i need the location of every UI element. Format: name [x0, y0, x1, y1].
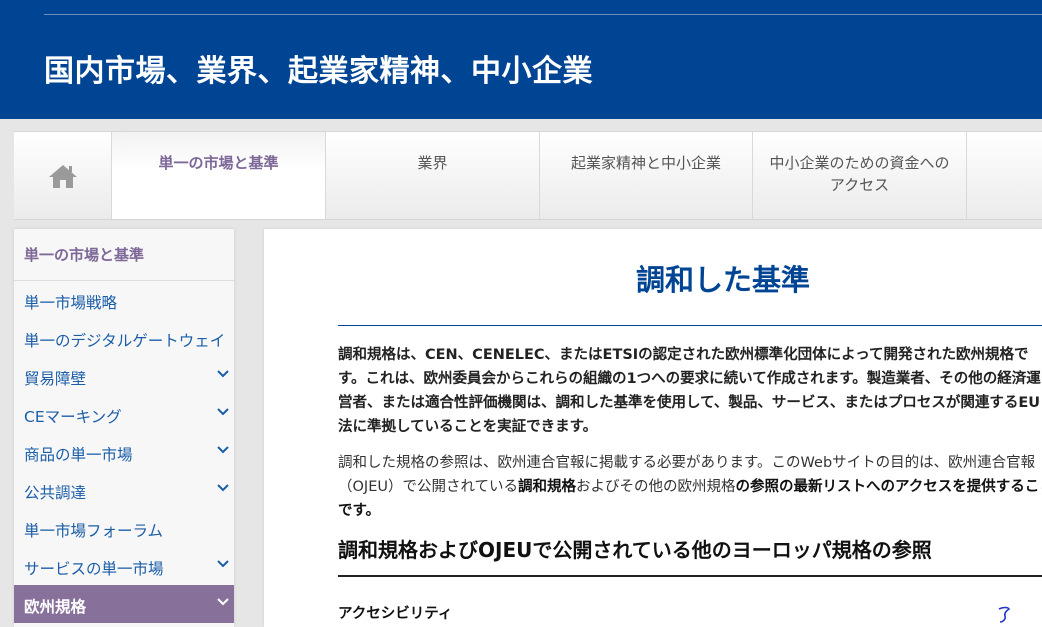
sidebar-item-single-market-forum[interactable]: 単一市場フォーラム	[14, 509, 234, 547]
cursor-mark-icon	[998, 606, 1011, 623]
sidebar-item-european-standards[interactable]: 欧州規格	[14, 585, 234, 623]
sidebar-item-single-digital-gateway[interactable]: 単一のデジタルゲートウェイ	[14, 319, 234, 357]
sidebar-item-label: 商品の単一市場	[24, 446, 133, 464]
para-bold-harmonised: 調和規格	[518, 479, 577, 495]
home-icon	[48, 164, 77, 188]
nav-label-line2: アクセス	[829, 176, 890, 194]
site-header: 国内市場、業界、起業家精神、中小企業	[0, 0, 1042, 119]
chevron-down-icon[interactable]	[216, 481, 230, 495]
chevron-down-icon[interactable]	[216, 443, 230, 457]
chevron-down-icon[interactable]	[216, 405, 230, 419]
nav-home[interactable]	[14, 132, 112, 219]
header-divider	[44, 14, 1042, 15]
nav-label-line1: 中小企業のための資金への	[769, 154, 950, 172]
sidebar-item-trade-barriers[interactable]: 貿易障壁	[14, 357, 234, 395]
sidebar-item-label: CEマーキング	[24, 408, 122, 426]
nav-entrepreneurship[interactable]: 起業家精神と中小企業	[540, 132, 753, 219]
sidebar-item-label: 単一市場フォーラム	[24, 522, 164, 540]
nav-label: 業界	[417, 154, 448, 172]
sidebar-item-label: 公共調達	[24, 484, 87, 502]
sidebar-item-ce-marking[interactable]: CEマーキング	[14, 395, 234, 433]
sidebar-item-services-single-market[interactable]: サービスの単一市場	[14, 547, 234, 585]
main-content: 調和した基準 調和規格は、CEN、CENELEC、またはETSIの認定された欧州…	[264, 229, 1042, 627]
sidebar-item-label: サービスの単一市場	[24, 560, 164, 578]
accordion-accessibility[interactable]: アクセシビリティ	[338, 602, 452, 623]
sidebar-title[interactable]: 単一の市場と基準	[14, 229, 234, 281]
nav-access-to-finance[interactable]: 中小企業のための資金への アクセス	[753, 132, 967, 219]
section-divider	[338, 575, 1042, 577]
title-divider	[338, 325, 1042, 326]
sidebar-item-label: 単一市場戦略	[24, 294, 118, 312]
para-text: およびその他の欧州規格	[576, 479, 736, 495]
chevron-down-icon[interactable]	[216, 367, 230, 381]
chevron-down-icon[interactable]	[216, 595, 230, 609]
sidebar-item-public-procurement[interactable]: 公共調達	[14, 471, 234, 509]
top-navigation: 単一の市場と基準 業界 起業家精神と中小企業 中小企業のための資金への アクセス	[14, 131, 1042, 220]
chevron-down-icon[interactable]	[216, 557, 230, 571]
intro-paragraph: 調和規格は、CEN、CENELEC、またはETSIの認定された欧州標準化団体によ…	[338, 347, 1041, 435]
sidebar-item-goods-single-market[interactable]: 商品の単一市場	[14, 433, 234, 471]
section-heading: 調和規格およびOJEUで公開されている他のヨーロッパ規格の参照	[338, 538, 932, 562]
page-title: 調和した基準	[635, 263, 810, 297]
site-title[interactable]: 国内市場、業界、起業家精神、中小企業	[44, 46, 593, 90]
nav-more[interactable]	[967, 132, 1042, 219]
sidebar-item-single-market-strategy[interactable]: 単一市場戦略	[14, 281, 234, 319]
nav-single-market[interactable]: 単一の市場と基準	[112, 132, 326, 219]
sidebar-item-label: 単一のデジタルゲートウェイ	[24, 332, 226, 350]
sidebar-item-label: 貿易障壁	[24, 370, 87, 388]
nav-label: 起業家精神と中小企業	[570, 154, 721, 172]
nav-industry[interactable]: 業界	[326, 132, 540, 219]
sidebar: 単一の市場と基準 単一市場戦略 単一のデジタルゲートウェイ 貿易障壁 CEマーキ…	[14, 229, 234, 627]
reference-paragraph: 調和した規格の参照は、欧州連合官報に掲載する必要があります。このWebサイトの目…	[338, 451, 1042, 523]
sidebar-item-label: 欧州規格	[24, 598, 87, 616]
nav-label: 単一の市場と基準	[158, 154, 279, 172]
